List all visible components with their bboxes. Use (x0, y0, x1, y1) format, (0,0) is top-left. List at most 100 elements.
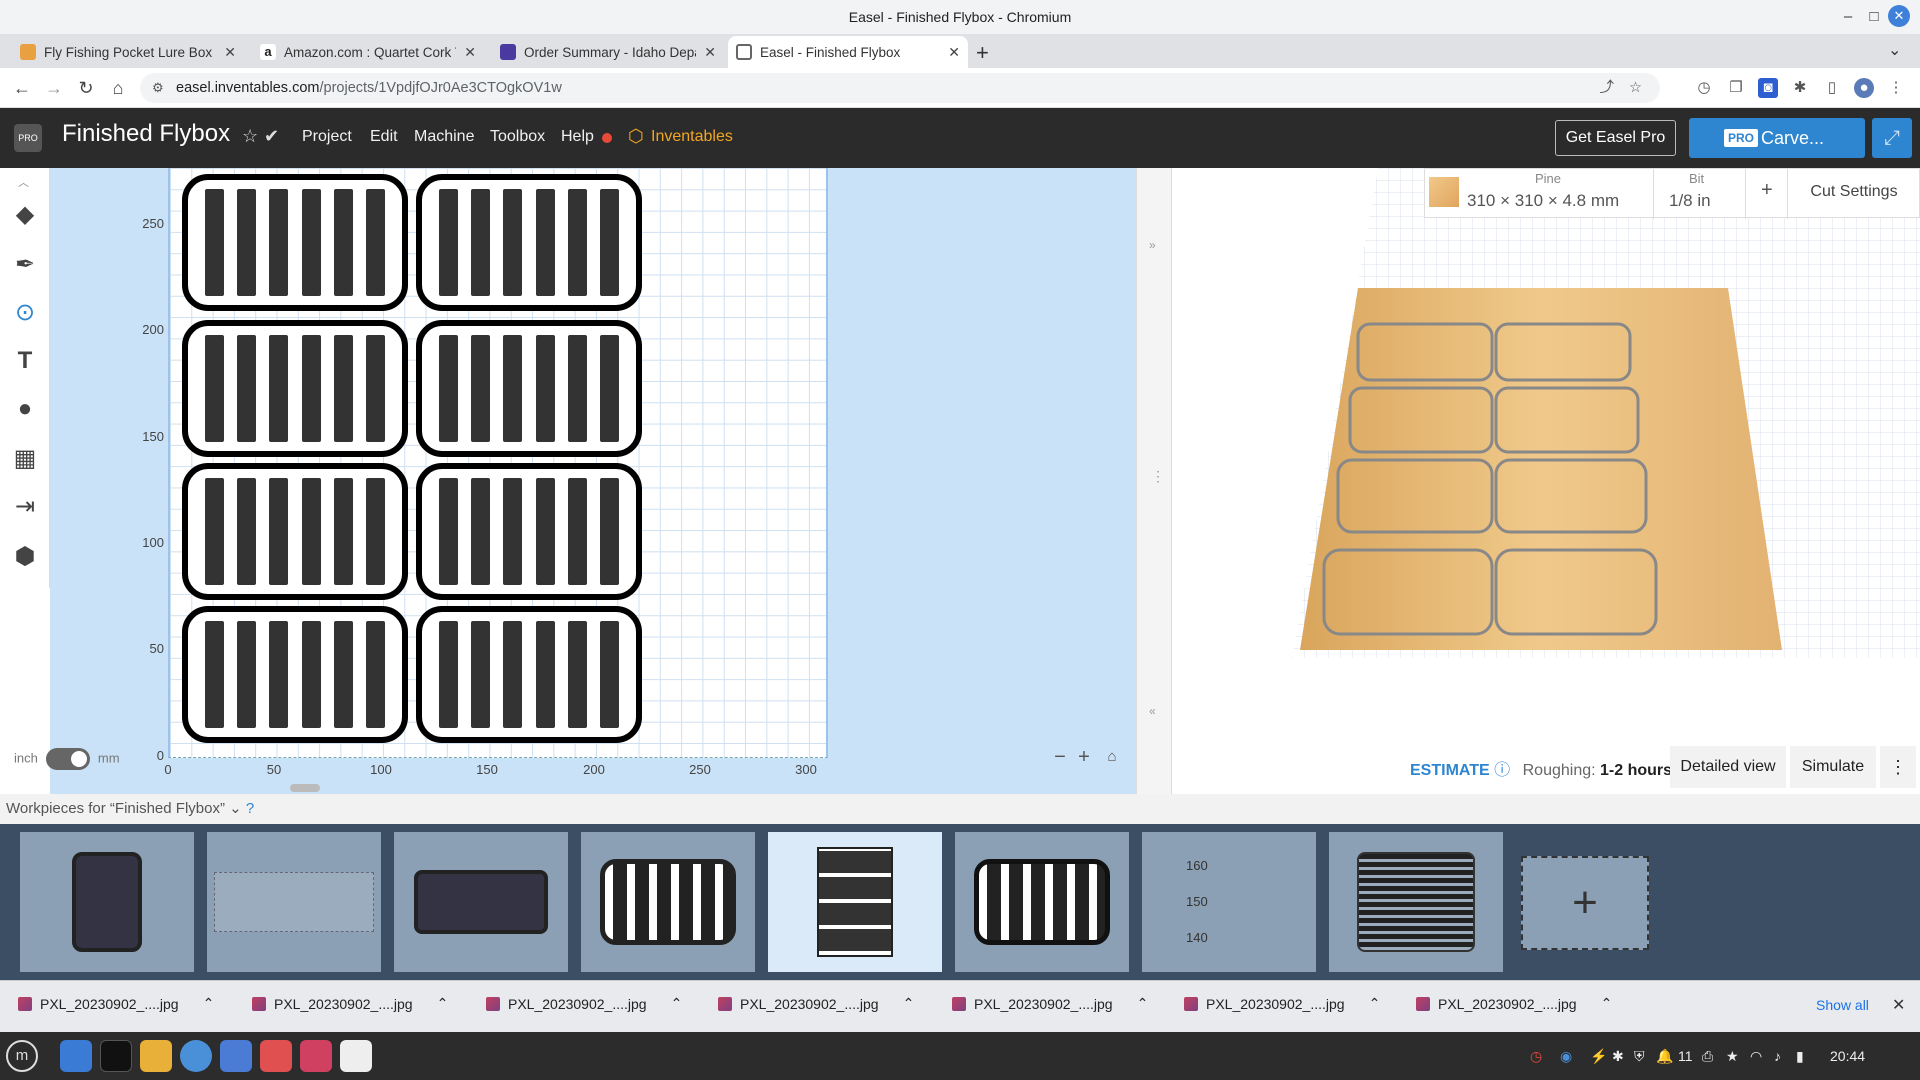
download-item[interactable]: PXL_20230902_....jpg ⌃ (1416, 995, 1612, 1012)
wifi-tray-icon[interactable]: ◠ (1750, 1048, 1762, 1065)
simulate-button[interactable]: Simulate (1790, 746, 1876, 788)
workpiece-thumbnail[interactable]: 160 150 140 (1142, 832, 1316, 972)
window-app-icon[interactable] (340, 1040, 372, 1072)
menu-kebab-icon[interactable]: ⋮ (1886, 78, 1906, 98)
network-tray-icon[interactable]: ⚡ (1590, 1048, 1607, 1065)
tab-amazon[interactable]: a Amazon.com : Quartet Cork T ✕ (252, 36, 484, 68)
chevron-up-icon[interactable]: ⌃ (1601, 995, 1613, 1012)
get-easel-pro-button[interactable]: Get Easel Pro (1555, 120, 1676, 156)
bit-value[interactable]: 1/8 in (1669, 191, 1711, 211)
menu-project[interactable]: Project (302, 128, 352, 146)
zoom-home-icon[interactable]: ⌂ (1100, 745, 1124, 769)
download-item[interactable]: PXL_20230902_....jpg ⌃ (18, 995, 214, 1012)
add-bit-button[interactable]: + (1761, 179, 1773, 202)
menu-inventables[interactable]: Inventables (651, 128, 733, 146)
point-icon[interactable]: ⊙ (8, 296, 42, 330)
horizontal-scrollbar[interactable] (290, 784, 320, 792)
close-window-icon[interactable]: ✕ (1888, 5, 1910, 27)
sound-tray-icon[interactable]: ♪ (1774, 1048, 1781, 1064)
share-icon[interactable]: ⤴ (1600, 73, 1615, 103)
app-glasses-icon[interactable] (260, 1040, 292, 1072)
chevron-up-icon[interactable]: ⌃ (203, 995, 215, 1012)
profile-avatar[interactable]: ● (1854, 78, 1874, 98)
show-all-downloads-link[interactable]: Show all (1816, 997, 1869, 1013)
screenshot-app-icon[interactable] (60, 1040, 92, 1072)
panel-divider[interactable]: » ⋮ « (1136, 168, 1172, 794)
minimize-icon[interactable]: – (1834, 0, 1862, 34)
add-workpiece-button[interactable]: + (1521, 856, 1649, 950)
bluetooth-tray-icon[interactable]: ✱ (1612, 1048, 1624, 1065)
zoom-in-icon[interactable]: + (1072, 745, 1096, 769)
tab-order-summary[interactable]: Order Summary - Idaho Depar ✕ (492, 36, 724, 68)
more-options-icon[interactable]: ⋮ (1880, 746, 1916, 788)
expand-right-icon[interactable]: » (1149, 238, 1156, 252)
chevron-down-icon[interactable]: ⌄ (229, 800, 242, 817)
flybox-shape[interactable] (416, 320, 642, 457)
mail-icon[interactable] (220, 1040, 252, 1072)
close-downloads-icon[interactable]: ✕ (1892, 995, 1905, 1015)
menu-machine[interactable]: Machine (414, 128, 474, 146)
notification-tray-icon[interactable]: 🔔 (1656, 1048, 1673, 1065)
workpiece-thumbnail[interactable] (394, 832, 568, 972)
3d-cube-icon[interactable]: ⬢ (8, 540, 42, 574)
material-dimensions[interactable]: 310 × 310 × 4.8 mm (1467, 191, 1619, 211)
chevron-up-icon[interactable]: ⌃ (903, 995, 915, 1012)
side-panel-icon[interactable]: ▯ (1822, 78, 1842, 98)
download-item[interactable]: PXL_20230902_....jpg ⌃ (1184, 995, 1380, 1012)
workpiece-thumbnail-selected[interactable] (768, 832, 942, 972)
maximize-icon[interactable]: □ (1860, 0, 1888, 34)
menu-help[interactable]: Help (561, 128, 594, 146)
3d-preview[interactable] (1172, 168, 1920, 794)
help-icon[interactable]: ? (246, 800, 254, 817)
icon-library-apple-icon[interactable]: ● (8, 392, 42, 426)
address-bar[interactable]: ⚙ easel.inventables.com/projects/1VpdjfO… (140, 73, 1660, 103)
flybox-shape[interactable] (182, 606, 408, 743)
workpieces-header[interactable]: Workpieces for “Finished Flybox” ⌄ ? (0, 794, 1920, 824)
import-icon[interactable]: ⇥ (8, 490, 42, 524)
workpiece-thumbnail[interactable] (955, 832, 1129, 972)
estimate-label[interactable]: ESTIMATE (1410, 762, 1490, 779)
flybox-shape[interactable] (182, 463, 408, 600)
expand-left-icon[interactable]: « (1149, 704, 1156, 718)
chevron-up-icon[interactable]: ⌃ (437, 995, 449, 1012)
bookmark-star-icon[interactable]: ☆ (1629, 73, 1642, 103)
unit-switch[interactable] (45, 748, 90, 770)
forward-icon[interactable]: → (40, 74, 68, 102)
shield-tray-icon[interactable]: ⛨ (1634, 1048, 1645, 1065)
close-tab-icon[interactable]: ✕ (704, 44, 716, 61)
printer-tray-icon[interactable]: ⎙ (1702, 1048, 1713, 1065)
pine-swatch[interactable] (1429, 177, 1459, 207)
back-icon[interactable]: ← (8, 74, 36, 102)
photos-icon[interactable] (300, 1040, 332, 1072)
extension-speed-icon[interactable]: ◷ (1694, 78, 1714, 98)
close-tab-icon[interactable]: ✕ (948, 44, 960, 61)
workpiece-thumbnail[interactable] (581, 832, 755, 972)
zoom-out-icon[interactable]: − (1048, 745, 1072, 769)
terminal-icon[interactable] (100, 1040, 132, 1072)
flybox-shape[interactable] (416, 606, 642, 743)
detailed-view-button[interactable]: Detailed view (1670, 746, 1786, 788)
extension-blue-icon[interactable]: ◙ (1758, 78, 1778, 98)
pen-icon[interactable]: ✒ (8, 248, 42, 282)
easel-pro-logo-icon[interactable]: PRO (14, 124, 42, 152)
menu-toolbox[interactable]: Toolbox (490, 128, 545, 146)
flybox-shape[interactable] (182, 320, 408, 457)
workpiece-thumbnail[interactable] (20, 832, 194, 972)
chevron-up-icon[interactable]: ⌃ (1369, 995, 1381, 1012)
shapes-icon[interactable]: ◆ (8, 198, 42, 232)
start-menu-icon[interactable]: m (6, 1040, 38, 1072)
chromium-icon[interactable] (180, 1040, 212, 1072)
carve-button[interactable]: Carve... (1689, 118, 1865, 158)
download-item[interactable]: PXL_20230902_....jpg ⌃ (952, 995, 1148, 1012)
unit-toggle[interactable]: inch mm (14, 748, 120, 770)
info-icon[interactable]: ⓘ (1494, 762, 1510, 779)
star-tray-icon[interactable]: ★ (1726, 1048, 1739, 1065)
close-tab-icon[interactable]: ✕ (224, 44, 236, 61)
reload-icon[interactable]: ↻ (72, 74, 100, 102)
star-icon[interactable]: ☆ (242, 126, 258, 147)
apps-blocks-icon[interactable]: ▦ (8, 442, 42, 476)
download-item[interactable]: PXL_20230902_....jpg ⌃ (252, 995, 448, 1012)
site-info-icon[interactable]: ⚙ (152, 73, 164, 103)
chevron-up-icon[interactable]: ⌃ (671, 995, 683, 1012)
collapse-tools-icon[interactable]: ︿ (18, 174, 29, 190)
